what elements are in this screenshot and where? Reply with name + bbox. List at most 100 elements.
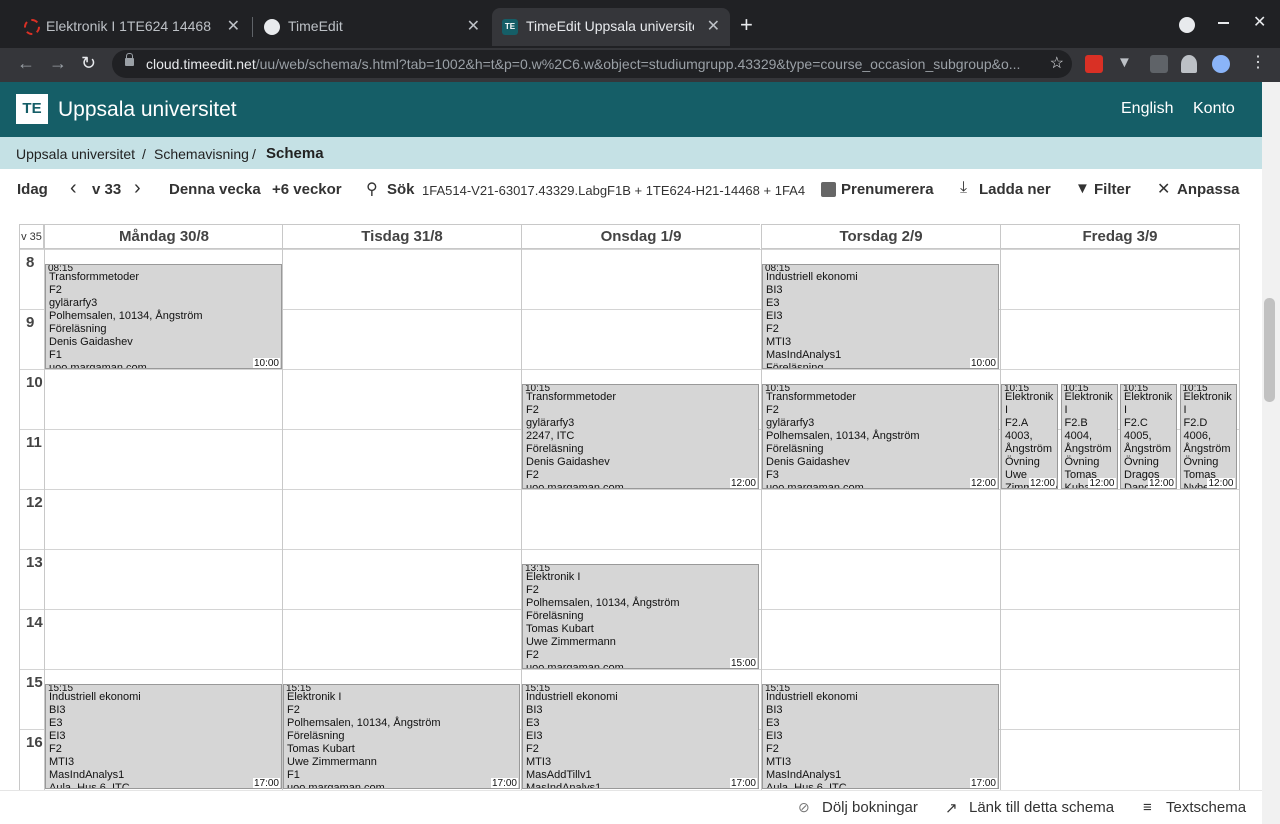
scrollbar-thumb[interactable] xyxy=(1264,298,1275,402)
event-detail-line: E3 xyxy=(766,717,780,729)
download-button[interactable]: Ladda ner xyxy=(979,181,1051,198)
browser-toolbar: ← → ↻ cloud.timeedit.net/uu/web/schema/s… xyxy=(0,48,1280,82)
bookmark-star-icon[interactable]: ☆ xyxy=(1050,53,1064,73)
address-bar[interactable]: cloud.timeedit.net/uu/web/schema/s.html?… xyxy=(112,50,1072,78)
event-detail-line: Uwe Zimmermann xyxy=(526,636,616,648)
schedule-event[interactable]: 13:15 Elektronik I F2 Polhemsalen, 10134, Å… xyxy=(522,564,759,669)
extension-red-icon[interactable] xyxy=(1085,55,1103,73)
hour-gridline xyxy=(19,369,1240,370)
new-tab-button[interactable]: + xyxy=(740,14,753,36)
breadcrumb-separator: / xyxy=(252,146,256,162)
prev-week-icon[interactable]: ‹ xyxy=(70,177,77,200)
event-detail-line: Elektronik I xyxy=(526,571,581,583)
minimize-icon[interactable] xyxy=(1218,22,1229,24)
event-details: Industriell ekonomi BI3 E3 EI3 F2 MTI3 MasAddT… xyxy=(526,691,756,789)
event-details: Industriell ekonomi BI3 E3 EI3 F2 MTI3 MasIndA… xyxy=(49,691,279,788)
text-list-icon: ≡ xyxy=(1143,799,1152,816)
schedule-event[interactable]: 10:15 Transformmetoder F2 gylärarfy3 Polhems… xyxy=(762,384,999,489)
event-detail-line: Övning xyxy=(1183,456,1219,468)
tab-title: TimeEdit Uppsala universite xyxy=(526,18,694,34)
event-detail-line: MasIndAnalys1 xyxy=(526,782,602,789)
extension-box-icon[interactable] xyxy=(1150,55,1168,73)
browser-tab-elektronik[interactable]: Elektronik I 1TE624 14468 ✕ xyxy=(10,8,250,46)
event-detail-line: Industriell ekonomi xyxy=(766,271,858,283)
schedule-event[interactable]: 15:15 Industriell ekonomi BI3 E3 EI3 F2 MTI3 Ma… xyxy=(522,684,759,789)
reload-icon[interactable]: ↻ xyxy=(81,53,96,74)
customize-button[interactable]: Anpassa xyxy=(1177,181,1240,198)
filter-button[interactable]: Filter xyxy=(1094,181,1131,198)
event-detail-line: F2 xyxy=(526,743,539,755)
schedule-event[interactable]: 15:15 Industriell ekonomi BI3 E3 EI3 F2 MTI3 Ma… xyxy=(45,684,282,789)
url-text: cloud.timeedit.net/uu/web/schema/s.html?… xyxy=(146,56,1026,72)
close-tab-icon[interactable]: ✕ xyxy=(707,16,720,36)
close-window-icon[interactable]: ✕ xyxy=(1253,12,1266,32)
event-detail-line: MTI3 xyxy=(526,756,552,768)
this-week-button[interactable]: Denna vecka xyxy=(169,181,261,198)
event-detail-line: F2 xyxy=(766,743,779,755)
subscribe-button[interactable]: Prenumerera xyxy=(841,181,934,198)
event-end-time: 17:00 xyxy=(729,778,757,789)
schedule-event[interactable]: 08:15 Industriell ekonomi BI3 E3 EI3 F2 MTI3 Ma… xyxy=(762,264,999,369)
event-details: Industriell ekonomi BI3 E3 EI3 F2 MTI3 MasIndA… xyxy=(766,691,996,788)
schedule-event[interactable]: 15:15 Elektronik I F2 Polhemsalen, 10134, Å… xyxy=(283,684,520,789)
event-detail-line: I xyxy=(1005,404,1009,416)
profile-avatar-icon[interactable] xyxy=(1212,55,1230,73)
close-tab-icon[interactable]: ✕ xyxy=(227,16,240,36)
event-detail-line: EI3 xyxy=(49,730,66,742)
account-link[interactable]: Konto xyxy=(1193,100,1235,118)
schedule-event[interactable]: 10:15 Elektronik I F2.D 4006, Ångström Övning T… xyxy=(1179,384,1237,489)
text-schedule-button[interactable]: Textschema xyxy=(1166,799,1246,816)
event-detail-line: Föreläsning xyxy=(526,610,584,622)
day-header: Måndag 30/8 xyxy=(44,224,283,249)
event-detail-line: F2 xyxy=(526,469,539,481)
week-label: v 33 xyxy=(92,181,122,198)
breadcrumb-uppsala[interactable]: Uppsala universitet xyxy=(16,146,135,162)
week-number: v 35 xyxy=(19,224,44,249)
schedule-event[interactable]: 15:15 Industriell ekonomi BI3 E3 EI3 F2 MTI3 Ma… xyxy=(762,684,999,789)
event-detail-line: Elektronik I xyxy=(287,691,342,703)
event-details: Transformmetoder F2 gylärarfy3 Polhemsalen,… xyxy=(766,391,996,488)
profile-menu-icon[interactable] xyxy=(1179,17,1195,33)
tab-title: TimeEdit xyxy=(288,18,343,34)
schedule-event[interactable]: 10:15 Elektronik I F2.A 4003, Ångström Övning U… xyxy=(1001,384,1058,489)
schedule-event[interactable]: 10:15 Transformmetoder F2 gylärarfy3 2247, I… xyxy=(522,384,759,489)
extensions-puzzle-icon[interactable] xyxy=(1181,55,1197,73)
extension-v-icon[interactable]: ▼ xyxy=(1117,54,1135,72)
event-detail-line: Denis Gaidashev xyxy=(526,456,610,468)
language-link[interactable]: English xyxy=(1121,100,1173,118)
event-end-time: 17:00 xyxy=(490,778,518,789)
back-icon[interactable]: ← xyxy=(17,53,35,74)
hide-bookings-button[interactable]: Dölj bokningar xyxy=(822,799,918,816)
search-label[interactable]: Sök xyxy=(387,181,415,198)
schedule-event[interactable]: 10:15 Elektronik I F2.C 4005, Ångström Övning D… xyxy=(1120,384,1177,489)
search-icon[interactable]: ⚲ xyxy=(366,179,378,199)
event-detail-line: I xyxy=(1183,404,1187,416)
next-week-icon[interactable]: › xyxy=(134,177,141,200)
hour-label: 15 xyxy=(26,674,43,691)
event-detail-line: uoo.margaman.com xyxy=(526,482,624,489)
page-scrollbar[interactable] xyxy=(1262,82,1280,824)
schedule-event[interactable]: 10:15 Elektronik I F2.B 4004, Ångström Övning T… xyxy=(1060,384,1118,489)
browser-tab-timeedit-uppsala[interactable]: TE TimeEdit Uppsala universite ✕ xyxy=(492,8,730,46)
event-detail-line: 4003, xyxy=(1005,430,1033,442)
plus-weeks-button[interactable]: +6 veckor xyxy=(272,181,342,198)
loading-icon xyxy=(24,19,40,35)
breadcrumb-schemavisning[interactable]: Schemavisning xyxy=(154,146,249,162)
today-button[interactable]: Idag xyxy=(17,181,48,198)
search-query-text[interactable]: 1FA514-V21-63017.43329.LabgF1B + 1TE624-… xyxy=(422,183,805,198)
globe-icon xyxy=(264,19,280,35)
schedule-footer: ⊘ Dölj bokningar ↗ Länk till detta schem… xyxy=(0,790,1262,824)
close-tab-icon[interactable]: ✕ xyxy=(467,16,480,36)
tab-title: Elektronik I 1TE624 14468 xyxy=(46,18,211,34)
site-name[interactable]: Uppsala universitet xyxy=(58,98,237,122)
forward-icon[interactable]: → xyxy=(49,53,67,74)
event-detail-line: F2 xyxy=(766,404,779,416)
browser-tab-timeedit[interactable]: TimeEdit ✕ xyxy=(254,8,490,46)
more-menu-icon[interactable]: ⋮ xyxy=(1250,52,1268,71)
timeedit-logo[interactable]: TE xyxy=(16,94,48,124)
day-header: Tisdag 31/8 xyxy=(282,224,521,249)
link-schedule-button[interactable]: Länk till detta schema xyxy=(969,799,1114,816)
event-detail-line: MTI3 xyxy=(766,756,792,768)
schedule-event[interactable]: 08:15 Transformmetoder F2 gylärarfy3 Polhems… xyxy=(45,264,282,369)
event-details: Elektronik I F2 Polhemsalen, 10134, Ångstr… xyxy=(287,691,517,788)
